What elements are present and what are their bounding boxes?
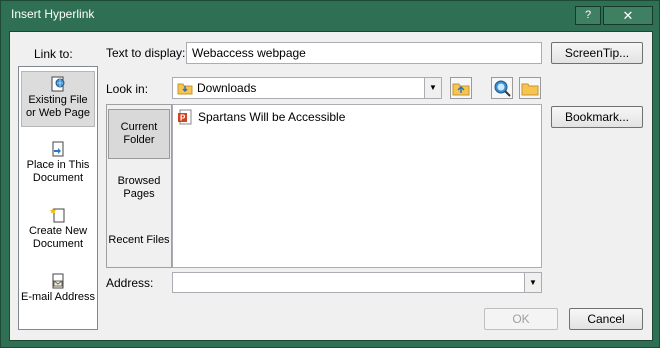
link-to-panel: Existing File or Web Page Place in This …	[18, 66, 98, 330]
browse-file-button[interactable]	[519, 77, 541, 99]
look-in-combo[interactable]: Downloads ▼	[172, 77, 442, 99]
folder-downloads-icon	[177, 83, 193, 95]
close-button[interactable]: ✕	[603, 6, 653, 25]
link-existing-file-web-page[interactable]: Existing File or Web Page	[21, 71, 95, 127]
link-email-address[interactable]: E-mail Address	[21, 269, 95, 325]
file-list: P Spartans Will be Accessible	[172, 104, 542, 268]
ok-button[interactable]: OK	[484, 308, 558, 330]
cancel-button[interactable]: Cancel	[569, 308, 643, 330]
link-create-new-document[interactable]: Create New Document	[21, 203, 95, 259]
link-to-label: Link to:	[34, 47, 73, 61]
link-place-in-document[interactable]: Place in This Document	[21, 137, 95, 193]
address-label: Address:	[106, 276, 154, 290]
look-in-value: Downloads	[197, 81, 257, 95]
link-email-label: E-mail Address	[21, 291, 95, 303]
current-folder-button[interactable]: Current Folder	[108, 109, 170, 159]
powerpoint-file-icon: P	[178, 109, 192, 125]
screentip-button[interactable]: ScreenTip...	[551, 42, 643, 64]
location-buttons-panel: Current Folder Browsed Pages Recent File…	[106, 104, 172, 268]
link-create-label: Create New Document	[28, 225, 88, 250]
address-combo[interactable]: ▼	[172, 272, 542, 293]
recent-files-button[interactable]: Recent Files	[108, 215, 170, 265]
browse-web-icon	[494, 80, 511, 97]
new-document-icon	[50, 208, 65, 223]
open-folder-icon	[521, 83, 539, 96]
address-dropdown-arrow[interactable]: ▼	[524, 273, 541, 292]
web-page-icon	[51, 76, 65, 92]
document-place-icon	[52, 141, 64, 157]
file-name: Spartans Will be Accessible	[198, 110, 346, 124]
look-in-label: Look in:	[106, 82, 149, 96]
browse-web-button[interactable]	[491, 77, 513, 99]
link-place-label: Place in This Document	[26, 159, 90, 184]
text-to-display-label: Text to display:	[106, 46, 186, 60]
help-button[interactable]: ?	[575, 6, 601, 25]
dialog-client-area: Link to: Existing File or Web Page Place…	[9, 31, 653, 341]
email-icon	[52, 273, 64, 289]
list-item[interactable]: P Spartans Will be Accessible	[177, 109, 345, 125]
folder-up-icon	[452, 83, 470, 96]
text-to-display-input[interactable]: Webaccess webpage	[186, 42, 542, 64]
insert-hyperlink-dialog: Insert Hyperlink ? ✕ Link to: Existing F…	[0, 0, 660, 348]
link-existing-file-label: Existing File or Web Page	[25, 94, 90, 119]
svg-text:P: P	[180, 114, 186, 123]
browsed-pages-button[interactable]: Browsed Pages	[108, 163, 170, 213]
dialog-title: Insert Hyperlink	[11, 7, 95, 21]
bookmark-button[interactable]: Bookmark...	[551, 106, 643, 128]
look-in-dropdown-arrow[interactable]: ▼	[424, 78, 441, 98]
up-one-folder-button[interactable]	[450, 77, 472, 99]
